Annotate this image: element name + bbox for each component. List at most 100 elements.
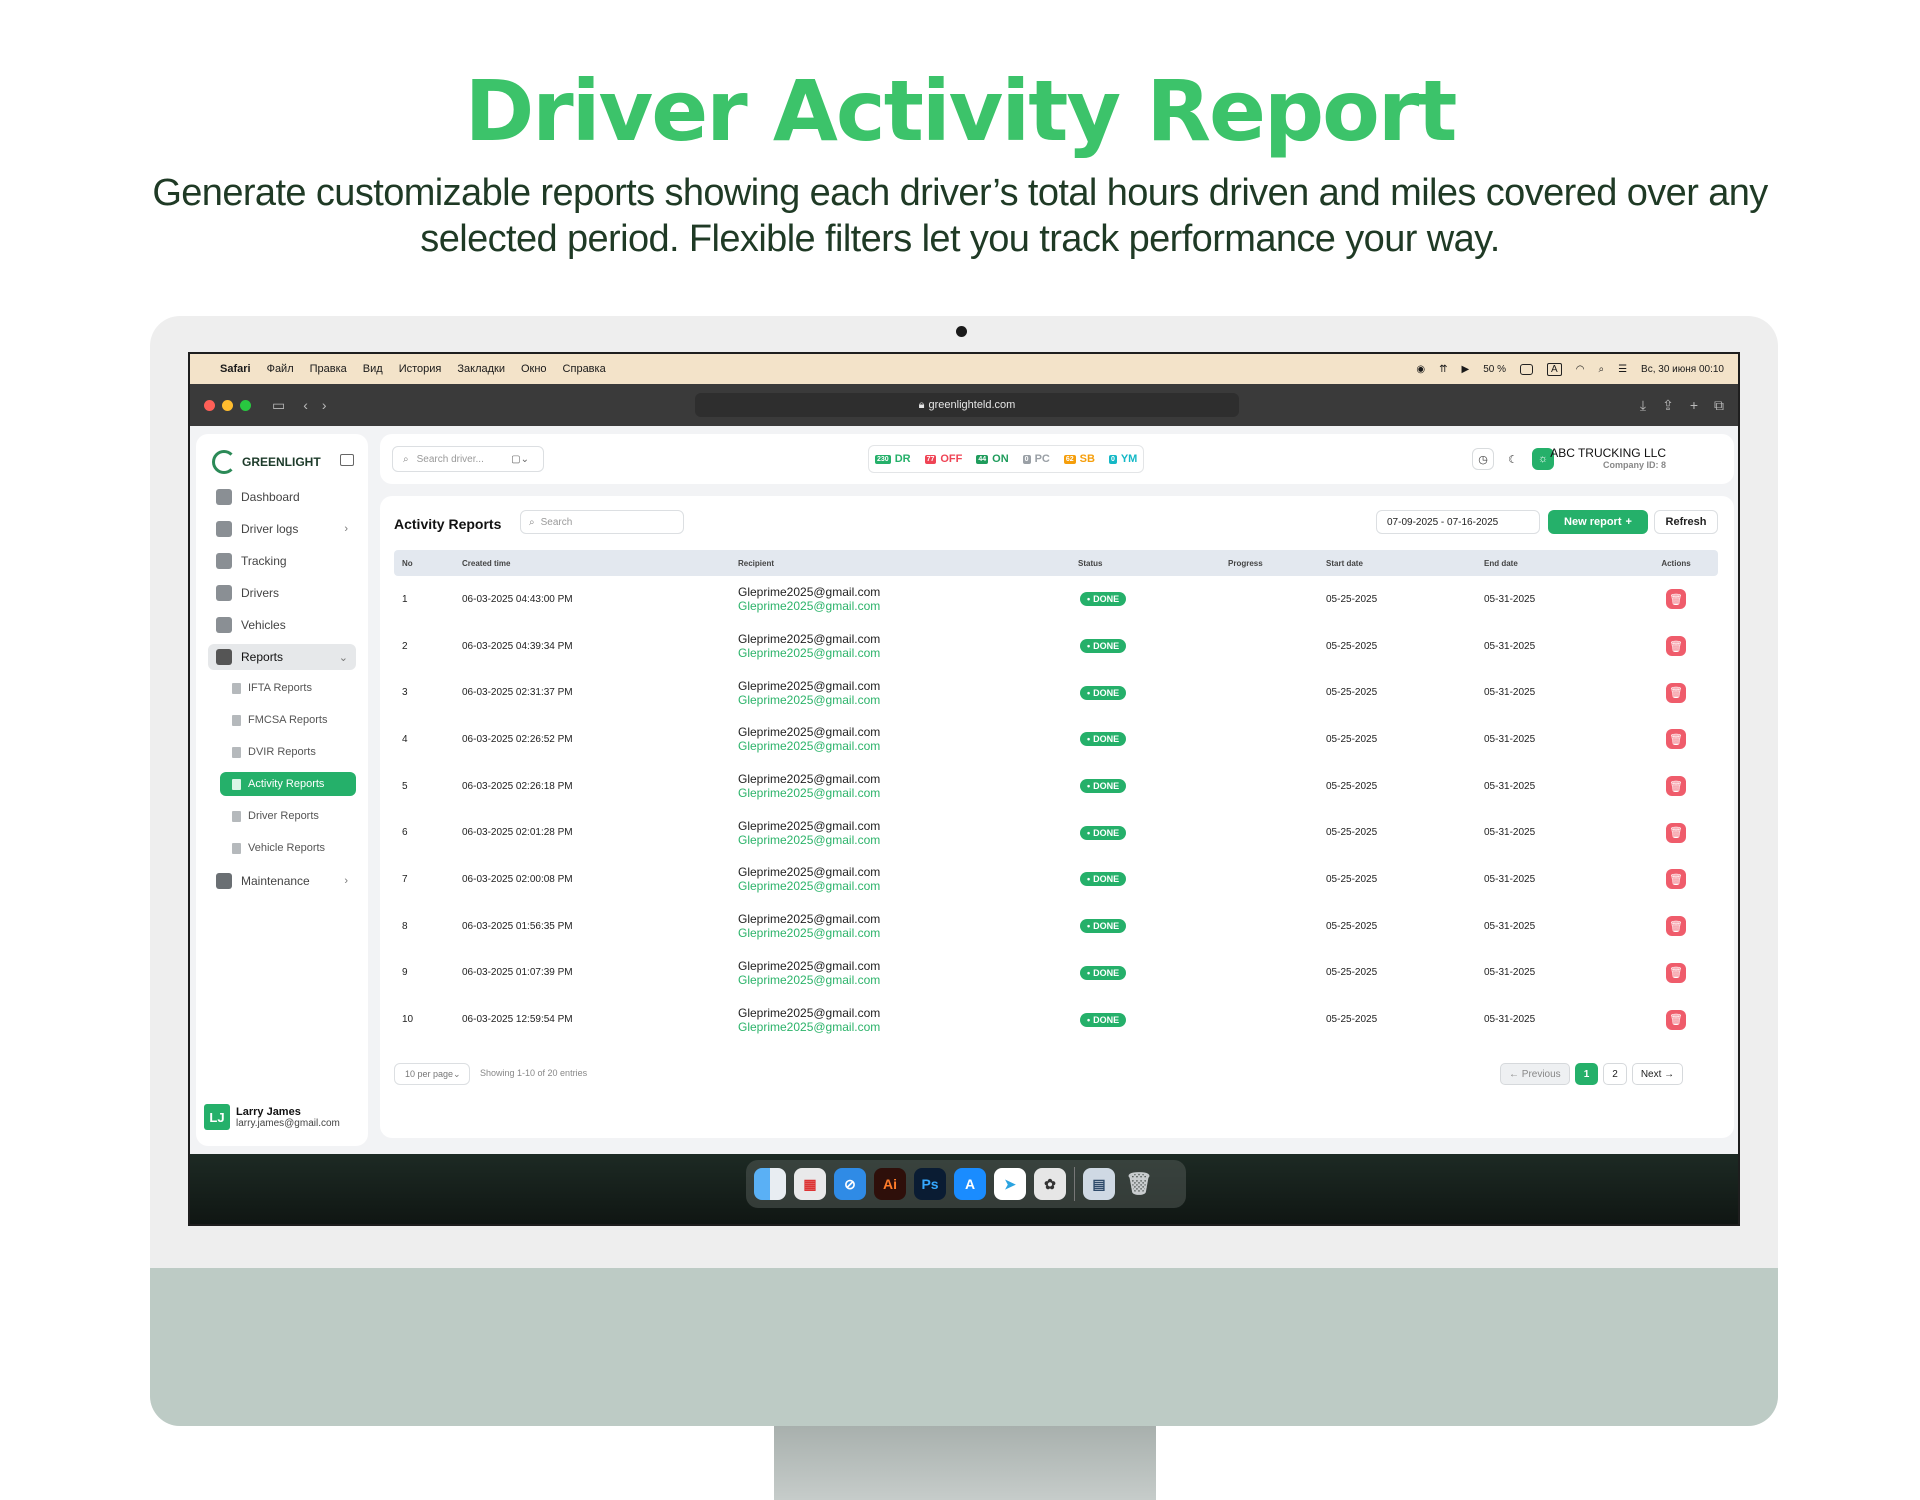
airdrop-icon[interactable]: ⇈ (1439, 364, 1447, 375)
user-profile[interactable]: LJ Larry James larry.james@gmail.com (204, 1104, 340, 1130)
close-window-button[interactable] (204, 399, 215, 411)
control-center-icon[interactable]: ☰ (1618, 364, 1627, 375)
sidebar-item-driver-logs[interactable]: Driver logs › (208, 516, 356, 542)
app-store-icon[interactable]: A (954, 1168, 986, 1200)
menu-item[interactable]: История (399, 363, 442, 375)
page-button-2[interactable]: 2 (1603, 1063, 1627, 1085)
sidebar-subitem-vehicle-reports[interactable]: Vehicle Reports (220, 836, 356, 860)
status-chip-on[interactable]: 44 ON (976, 453, 1009, 465)
company-info[interactable]: ABC TRUCKING LLC Company ID: 8 (1546, 446, 1666, 470)
page-button-1[interactable]: 1 (1574, 1063, 1599, 1085)
chatgpt-icon[interactable]: ✿ (1034, 1168, 1066, 1200)
recipient-email-link[interactable]: Gleprime2025@gmail.com (738, 973, 1078, 987)
download-icon[interactable]: ⤓ (1640, 397, 1646, 414)
safari-icon[interactable]: ⊘ (834, 1168, 866, 1200)
launchpad-icon[interactable]: ▦ (794, 1168, 826, 1200)
battery-icon[interactable] (1520, 363, 1534, 375)
finder-icon[interactable] (754, 1168, 786, 1200)
recipient-email-link[interactable]: Gleprime2025@gmail.com (738, 1020, 1078, 1034)
sidebar-subitem-dvir-reports[interactable]: DVIR Reports (220, 740, 356, 764)
address-bar[interactable]: 🔒︎ greenlighteld.com (695, 393, 1239, 417)
sidebar-item-drivers[interactable]: Drivers (208, 580, 356, 606)
recipient-email-link[interactable]: Gleprime2025@gmail.com (738, 693, 1078, 707)
recipient-email-link[interactable]: Gleprime2025@gmail.com (738, 739, 1078, 753)
table-row[interactable]: 1 06-03-2025 04:43:00 PM Gleprime2025@gm… (394, 576, 1718, 623)
next-page-button[interactable]: Next → (1631, 1063, 1684, 1085)
search-driver-input[interactable]: ⌕ Search driver... ▢⌄ (392, 446, 544, 472)
photoshop-icon[interactable]: Ps (914, 1168, 946, 1200)
status-chip-pc[interactable]: 0 PC (1022, 453, 1050, 465)
delete-icon[interactable]: 🗑︎ (1666, 1009, 1686, 1030)
preview-icon[interactable]: ▤ (1083, 1168, 1115, 1200)
sidebar-subitem-driver-reports[interactable]: Driver Reports (220, 804, 356, 828)
menu-item[interactable]: Справка (563, 363, 606, 375)
delete-icon[interactable]: 🗑︎ (1666, 962, 1686, 983)
recipient-email-link[interactable]: Gleprime2025@gmail.com (738, 926, 1078, 940)
table-row[interactable]: 3 06-03-2025 02:31:37 PM Gleprime2025@gm… (394, 669, 1718, 716)
column-header[interactable]: Start date (1326, 559, 1484, 568)
menu-item[interactable]: Файл (267, 363, 294, 375)
recipient-email-link[interactable]: Gleprime2025@gmail.com (738, 879, 1078, 893)
status-chip-dr[interactable]: 230 DR (875, 453, 911, 465)
status-chip-ym[interactable]: 0 YM (1108, 453, 1137, 465)
clock-icon[interactable]: ◷ (1472, 448, 1494, 470)
previous-page-button[interactable]: ← Previous (1500, 1063, 1570, 1085)
delete-icon[interactable]: 🗑︎ (1666, 682, 1686, 703)
recipient-email-link[interactable]: Gleprime2025@gmail.com (738, 833, 1078, 847)
recipient-email-link[interactable]: Gleprime2025@gmail.com (738, 646, 1078, 660)
delete-icon[interactable]: 🗑︎ (1666, 822, 1686, 843)
brand-logo[interactable]: GREENLIGHT (212, 450, 321, 474)
new-tab-icon[interactable]: + (1690, 397, 1698, 413)
new-report-button[interactable]: New report + (1548, 510, 1648, 534)
date-range-picker[interactable]: 07-09-2025 - 07-16-2025 (1376, 510, 1540, 534)
column-header[interactable]: End date (1484, 559, 1634, 568)
screen-record-icon[interactable]: ◉ (1416, 364, 1425, 375)
recipient-email-link[interactable]: Gleprime2025@gmail.com (738, 786, 1078, 800)
column-header[interactable]: Status (1078, 559, 1228, 568)
sidebar-toggle-icon[interactable]: ▭ (272, 397, 285, 414)
column-header[interactable]: No (394, 559, 462, 568)
play-icon[interactable]: ▶ (1462, 364, 1470, 375)
table-row[interactable]: 8 06-03-2025 01:56:35 PM Gleprime2025@gm… (394, 903, 1718, 950)
table-row[interactable]: 6 06-03-2025 02:01:28 PM Gleprime2025@gm… (394, 809, 1718, 856)
menu-item[interactable]: Вид (363, 363, 383, 375)
table-row[interactable]: 4 06-03-2025 02:26:52 PM Gleprime2025@gm… (394, 716, 1718, 763)
status-chip-sb[interactable]: 62 SB (1063, 453, 1095, 465)
share-icon[interactable]: ⇪ (1662, 397, 1674, 414)
reports-search-input[interactable]: ⌕ Search (520, 510, 684, 534)
forward-icon[interactable]: › (322, 397, 327, 413)
delete-icon[interactable]: 🗑︎ (1666, 916, 1686, 937)
table-row[interactable]: 9 06-03-2025 01:07:39 PM Gleprime2025@gm… (394, 950, 1718, 997)
wifi-icon[interactable]: ◠ (1576, 364, 1585, 375)
status-chip-off[interactable]: 77 OFF (924, 453, 962, 465)
sidebar-subitem-fmcsa-reports[interactable]: FMCSA Reports (220, 708, 356, 732)
tab-overview-icon[interactable]: ⧉ (1714, 397, 1724, 414)
clock[interactable]: Вс, 30 июня 00:10 (1641, 364, 1724, 375)
sidebar-item-dashboard[interactable]: Dashboard (208, 484, 356, 510)
zoom-window-button[interactable] (240, 399, 251, 411)
delete-icon[interactable]: 🗑︎ (1666, 869, 1686, 890)
moon-icon[interactable]: ☾ (1502, 448, 1524, 470)
search-icon[interactable]: ⌕ (1598, 364, 1604, 375)
table-row[interactable]: 10 06-03-2025 12:59:54 PM Gleprime2025@g… (394, 996, 1718, 1043)
collapse-sidebar-icon[interactable] (340, 454, 354, 466)
sidebar-item-tracking[interactable]: Tracking (208, 548, 356, 574)
minimize-window-button[interactable] (222, 399, 233, 411)
delete-icon[interactable]: 🗑︎ (1666, 776, 1686, 797)
table-row[interactable]: 2 06-03-2025 04:39:34 PM Gleprime2025@gm… (394, 623, 1718, 670)
per-page-select[interactable]: 10 per page ⌄ (394, 1063, 470, 1085)
sidebar-subitem-ifta-reports[interactable]: IFTA Reports (220, 676, 356, 700)
refresh-button[interactable]: Refresh (1654, 510, 1718, 534)
recipient-email-link[interactable]: Gleprime2025@gmail.com (738, 599, 1078, 613)
telegram-icon[interactable]: ➤ (994, 1168, 1026, 1200)
illustrator-icon[interactable]: Ai (874, 1168, 906, 1200)
delete-icon[interactable]: 🗑︎ (1666, 589, 1686, 610)
menu-app-name[interactable]: Safari (220, 363, 251, 375)
trash-icon[interactable]: 🗑︎ (1123, 1168, 1155, 1200)
sidebar-item-maintenance[interactable]: Maintenance › (208, 868, 356, 894)
sidebar-item-reports[interactable]: Reports ⌄ (208, 644, 356, 670)
calendar-icon[interactable]: ▢⌄ (511, 454, 529, 465)
delete-icon[interactable]: 🗑︎ (1666, 636, 1686, 657)
column-header[interactable]: Progress (1228, 559, 1326, 568)
delete-icon[interactable]: 🗑︎ (1666, 729, 1686, 750)
